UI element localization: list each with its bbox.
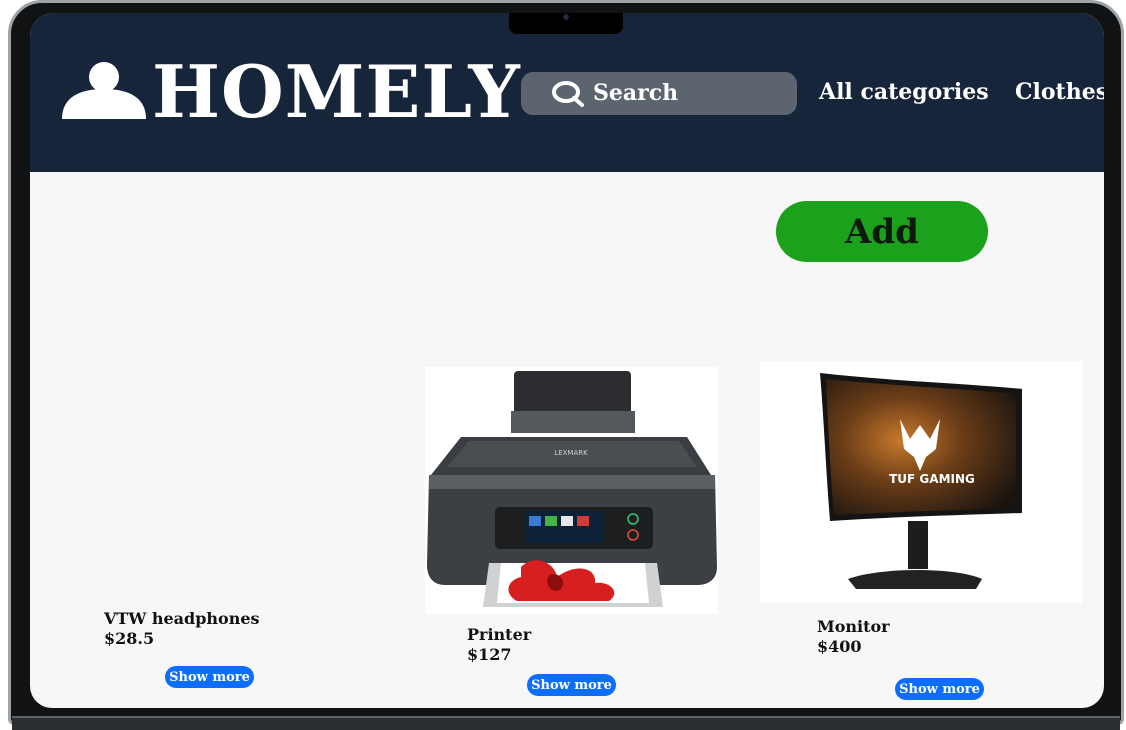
add-button[interactable]: Add [776, 201, 988, 262]
search-bar[interactable] [521, 72, 797, 115]
show-more-button-monitor[interactable]: Show more [895, 678, 984, 700]
svg-text:LEXMARK: LEXMARK [554, 449, 588, 457]
brand-logo[interactable]: HOMELY [152, 49, 521, 135]
product-price-printer: $127 [467, 645, 512, 664]
search-icon[interactable] [551, 80, 585, 108]
nav-clothes[interactable]: Clothes [1015, 77, 1104, 107]
search-input[interactable] [593, 78, 789, 108]
product-price-monitor: $400 [817, 637, 862, 656]
show-more-button-headphones[interactable]: Show more [165, 666, 254, 688]
monitor-image[interactable]: TUF GAMING [760, 361, 1082, 603]
site-header: HOMELY All categories Clothes [30, 13, 1104, 172]
screen: HOMELY All categories Clothes Add VTW he… [30, 13, 1104, 708]
printer-image[interactable]: LEXMARK [425, 367, 718, 614]
nav-all-categories[interactable]: All categories [819, 77, 989, 107]
product-price-headphones: $28.5 [104, 629, 155, 648]
svg-text:TUF GAMING: TUF GAMING [889, 472, 975, 486]
show-more-button-printer[interactable]: Show more [527, 674, 616, 696]
camera-icon [563, 14, 569, 20]
product-name-headphones[interactable]: VTW headphones [104, 609, 260, 629]
product-name-monitor[interactable]: Monitor [817, 617, 890, 637]
product-name-printer[interactable]: Printer [467, 625, 531, 645]
laptop-base [12, 716, 1120, 730]
user-icon [62, 62, 146, 119]
